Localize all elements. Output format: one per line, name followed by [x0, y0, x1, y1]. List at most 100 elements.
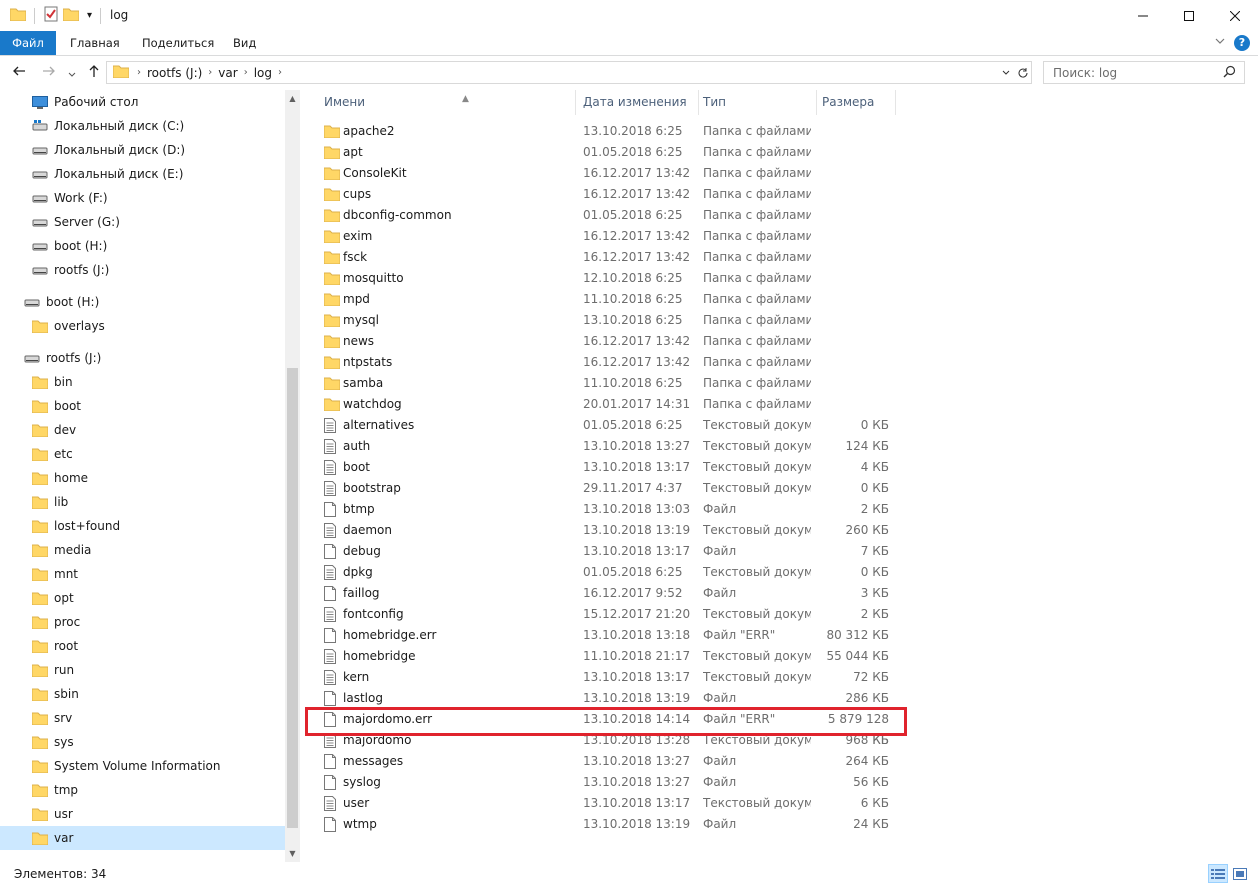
file-row[interactable]: ntpstats 16.12.2017 13:42 Папка с файлами [303, 352, 903, 373]
search-input[interactable]: Поиск: log [1043, 61, 1245, 84]
file-row[interactable]: cups 16.12.2017 13:42 Папка с файлами [303, 184, 903, 205]
nav-item-4[interactable]: Work (F:) [32, 186, 108, 210]
file-row[interactable]: fsck 16.12.2017 13:42 Папка с файлами [303, 247, 903, 268]
file-row[interactable]: homebridge.err 13.10.2018 13:18 Файл "ERR"… [303, 625, 903, 646]
file-row[interactable]: kern 13.10.2018 13:17 Текстовый докум... 72… [303, 667, 903, 688]
large-icons-view-button[interactable] [1230, 864, 1250, 883]
file-row[interactable]: debug 13.10.2018 13:17 Файл 7 КБ [303, 541, 903, 562]
nav-folder-etc[interactable]: etc [32, 442, 73, 466]
refresh-button[interactable] [1014, 62, 1031, 83]
nav-folder-root[interactable]: root [32, 634, 78, 658]
file-name: homebridge.err [343, 628, 437, 642]
column-header-date[interactable]: Дата изменения [579, 90, 699, 115]
maximize-button[interactable] [1166, 0, 1212, 31]
file-row[interactable]: daemon 13.10.2018 13:19 Текстовый докум...… [303, 520, 903, 541]
customize-toolbar-dropdown[interactable]: ▾ [87, 10, 92, 21]
scroll-down-icon[interactable]: ▼ [285, 845, 300, 862]
file-name: messages [343, 754, 404, 768]
nav-item-2[interactable]: Локальный диск (D:) [32, 138, 185, 162]
file-row[interactable]: messages 13.10.2018 13:27 Файл 264 КБ [303, 751, 903, 772]
nav-folder-system-volume-information[interactable]: System Volume Information [32, 754, 220, 778]
nav-folder-opt[interactable]: opt [32, 586, 74, 610]
file-row[interactable]: samba 11.10.2018 6:25 Папка с файлами [303, 373, 903, 394]
nav-group-boot[interactable]: boot (H:) [24, 290, 99, 314]
file-row[interactable]: mpd 11.10.2018 6:25 Папка с файлами [303, 289, 903, 310]
file-row[interactable]: bootstrap 29.11.2017 4:37 Текстовый докум.… [303, 478, 903, 499]
expand-ribbon-icon[interactable] [1214, 35, 1226, 51]
help-icon[interactable]: ? [1234, 35, 1250, 51]
file-row[interactable]: exim 16.12.2017 13:42 Папка с файлами [303, 226, 903, 247]
file-row[interactable]: ConsoleKit 16.12.2017 13:42 Папка с файлам… [303, 163, 903, 184]
nav-group-rootfs[interactable]: rootfs (J:) [24, 346, 101, 370]
breadcrumb-var[interactable]: var [218, 66, 237, 80]
file-row[interactable]: apt 01.05.2018 6:25 Папка с файлами [303, 142, 903, 163]
minimize-button[interactable] [1120, 0, 1166, 31]
file-row[interactable]: auth 13.10.2018 13:27 Текстовый докум... 12… [303, 436, 903, 457]
details-view-button[interactable] [1208, 864, 1228, 883]
address-bar[interactable]: › rootfs (J:) › var › log › [106, 61, 1032, 84]
nav-folder-bin[interactable]: bin [32, 370, 73, 394]
nav-item-3[interactable]: Локальный диск (E:) [32, 162, 183, 186]
nav-folder-proc[interactable]: proc [32, 610, 80, 634]
file-row[interactable]: faillog 16.12.2017 9:52 Файл 3 КБ [303, 583, 903, 604]
file-row[interactable]: fontconfig 15.12.2017 21:20 Текстовый доку… [303, 604, 903, 625]
nav-item-5[interactable]: Server (G:) [32, 210, 120, 234]
column-header-name[interactable]: Имени ▲ [320, 90, 576, 115]
nav-folder-sbin[interactable]: sbin [32, 682, 79, 706]
file-row[interactable]: mosquitto 12.10.2018 6:25 Папка с файлами [303, 268, 903, 289]
address-dropdown-button[interactable] [997, 62, 1014, 83]
file-row[interactable]: apache2 13.10.2018 6:25 Папка с файлами [303, 121, 903, 142]
nav-folder-srv[interactable]: srv [32, 706, 72, 730]
nav-folder-overlays[interactable]: overlays [32, 314, 105, 338]
nav-item-6[interactable]: boot (H:) [32, 234, 107, 258]
nav-item-1[interactable]: Локальный диск (C:) [32, 114, 184, 138]
file-row[interactable]: syslog 13.10.2018 13:27 Файл 56 КБ [303, 772, 903, 793]
breadcrumb-log[interactable]: log [254, 66, 272, 80]
file-row[interactable]: lastlog 13.10.2018 13:19 Файл 286 КБ [303, 688, 903, 709]
file-row[interactable]: mysql 13.10.2018 6:25 Папка с файлами [303, 310, 903, 331]
file-row[interactable]: dpkg 01.05.2018 6:25 Текстовый докум... 0 К… [303, 562, 903, 583]
nav-folder-run[interactable]: run [32, 658, 74, 682]
nav-folder-boot[interactable]: boot [32, 394, 81, 418]
search-icon[interactable] [1223, 65, 1236, 82]
column-header-size[interactable]: Размера [818, 90, 896, 115]
tab-view[interactable]: Вид [221, 31, 268, 55]
nav-folder-tmp[interactable]: tmp [32, 778, 78, 802]
tab-home[interactable]: Главная [58, 31, 132, 55]
file-row[interactable]: homebridge 11.10.2018 21:17 Текстовый доку… [303, 646, 903, 667]
file-row[interactable]: btmp 13.10.2018 13:03 Файл 2 КБ [303, 499, 903, 520]
nav-folder-dev[interactable]: dev [32, 418, 76, 442]
properties-icon[interactable] [43, 6, 59, 25]
up-button[interactable] [87, 64, 101, 82]
nav-folder-mnt[interactable]: mnt [32, 562, 78, 586]
file-row[interactable]: watchdog 20.01.2017 14:31 Папка с файлами [303, 394, 903, 415]
nav-folder-lib[interactable]: lib [32, 490, 68, 514]
nav-folder-sys[interactable]: sys [32, 730, 74, 754]
nav-folder-media[interactable]: media [32, 538, 91, 562]
nav-item-0[interactable]: Рабочий стол [32, 90, 138, 114]
nav-folder-usr[interactable]: usr [32, 802, 73, 826]
back-button[interactable] [12, 64, 26, 82]
file-row[interactable]: boot 13.10.2018 13:17 Текстовый докум... 4 … [303, 457, 903, 478]
nav-folder-var[interactable]: var [0, 826, 285, 850]
forward-button[interactable] [42, 64, 56, 82]
file-row[interactable]: wtmp 13.10.2018 13:19 Файл 24 КБ [303, 814, 903, 835]
nav-folder-lost-found[interactable]: lost+found [32, 514, 120, 538]
file-size: 2 КБ [860, 607, 889, 621]
tab-file[interactable]: Файл [0, 31, 56, 55]
new-folder-icon[interactable] [62, 7, 80, 24]
file-row[interactable]: user 13.10.2018 13:17 Текстовый докум... 6 … [303, 793, 903, 814]
nav-folder-home[interactable]: home [32, 466, 88, 490]
breadcrumb-rootfs[interactable]: rootfs (J:) [147, 66, 202, 80]
nav-item-7[interactable]: rootfs (J:) [32, 258, 109, 282]
tab-share[interactable]: Поделиться [130, 31, 226, 55]
scrollbar-thumb[interactable] [287, 368, 298, 828]
file-row[interactable]: dbconfig-common 01.05.2018 6:25 Папка с фа… [303, 205, 903, 226]
scroll-up-icon[interactable]: ▲ [285, 90, 300, 107]
file-row[interactable]: news 16.12.2017 13:42 Папка с файлами [303, 331, 903, 352]
file-row[interactable]: alternatives 01.05.2018 6:25 Текстовый док… [303, 415, 903, 436]
recent-locations-button[interactable] [67, 66, 77, 84]
close-button[interactable] [1212, 0, 1258, 31]
column-header-type[interactable]: Тип [699, 90, 817, 115]
navigation-scrollbar[interactable]: ▲ ▼ [285, 90, 300, 862]
